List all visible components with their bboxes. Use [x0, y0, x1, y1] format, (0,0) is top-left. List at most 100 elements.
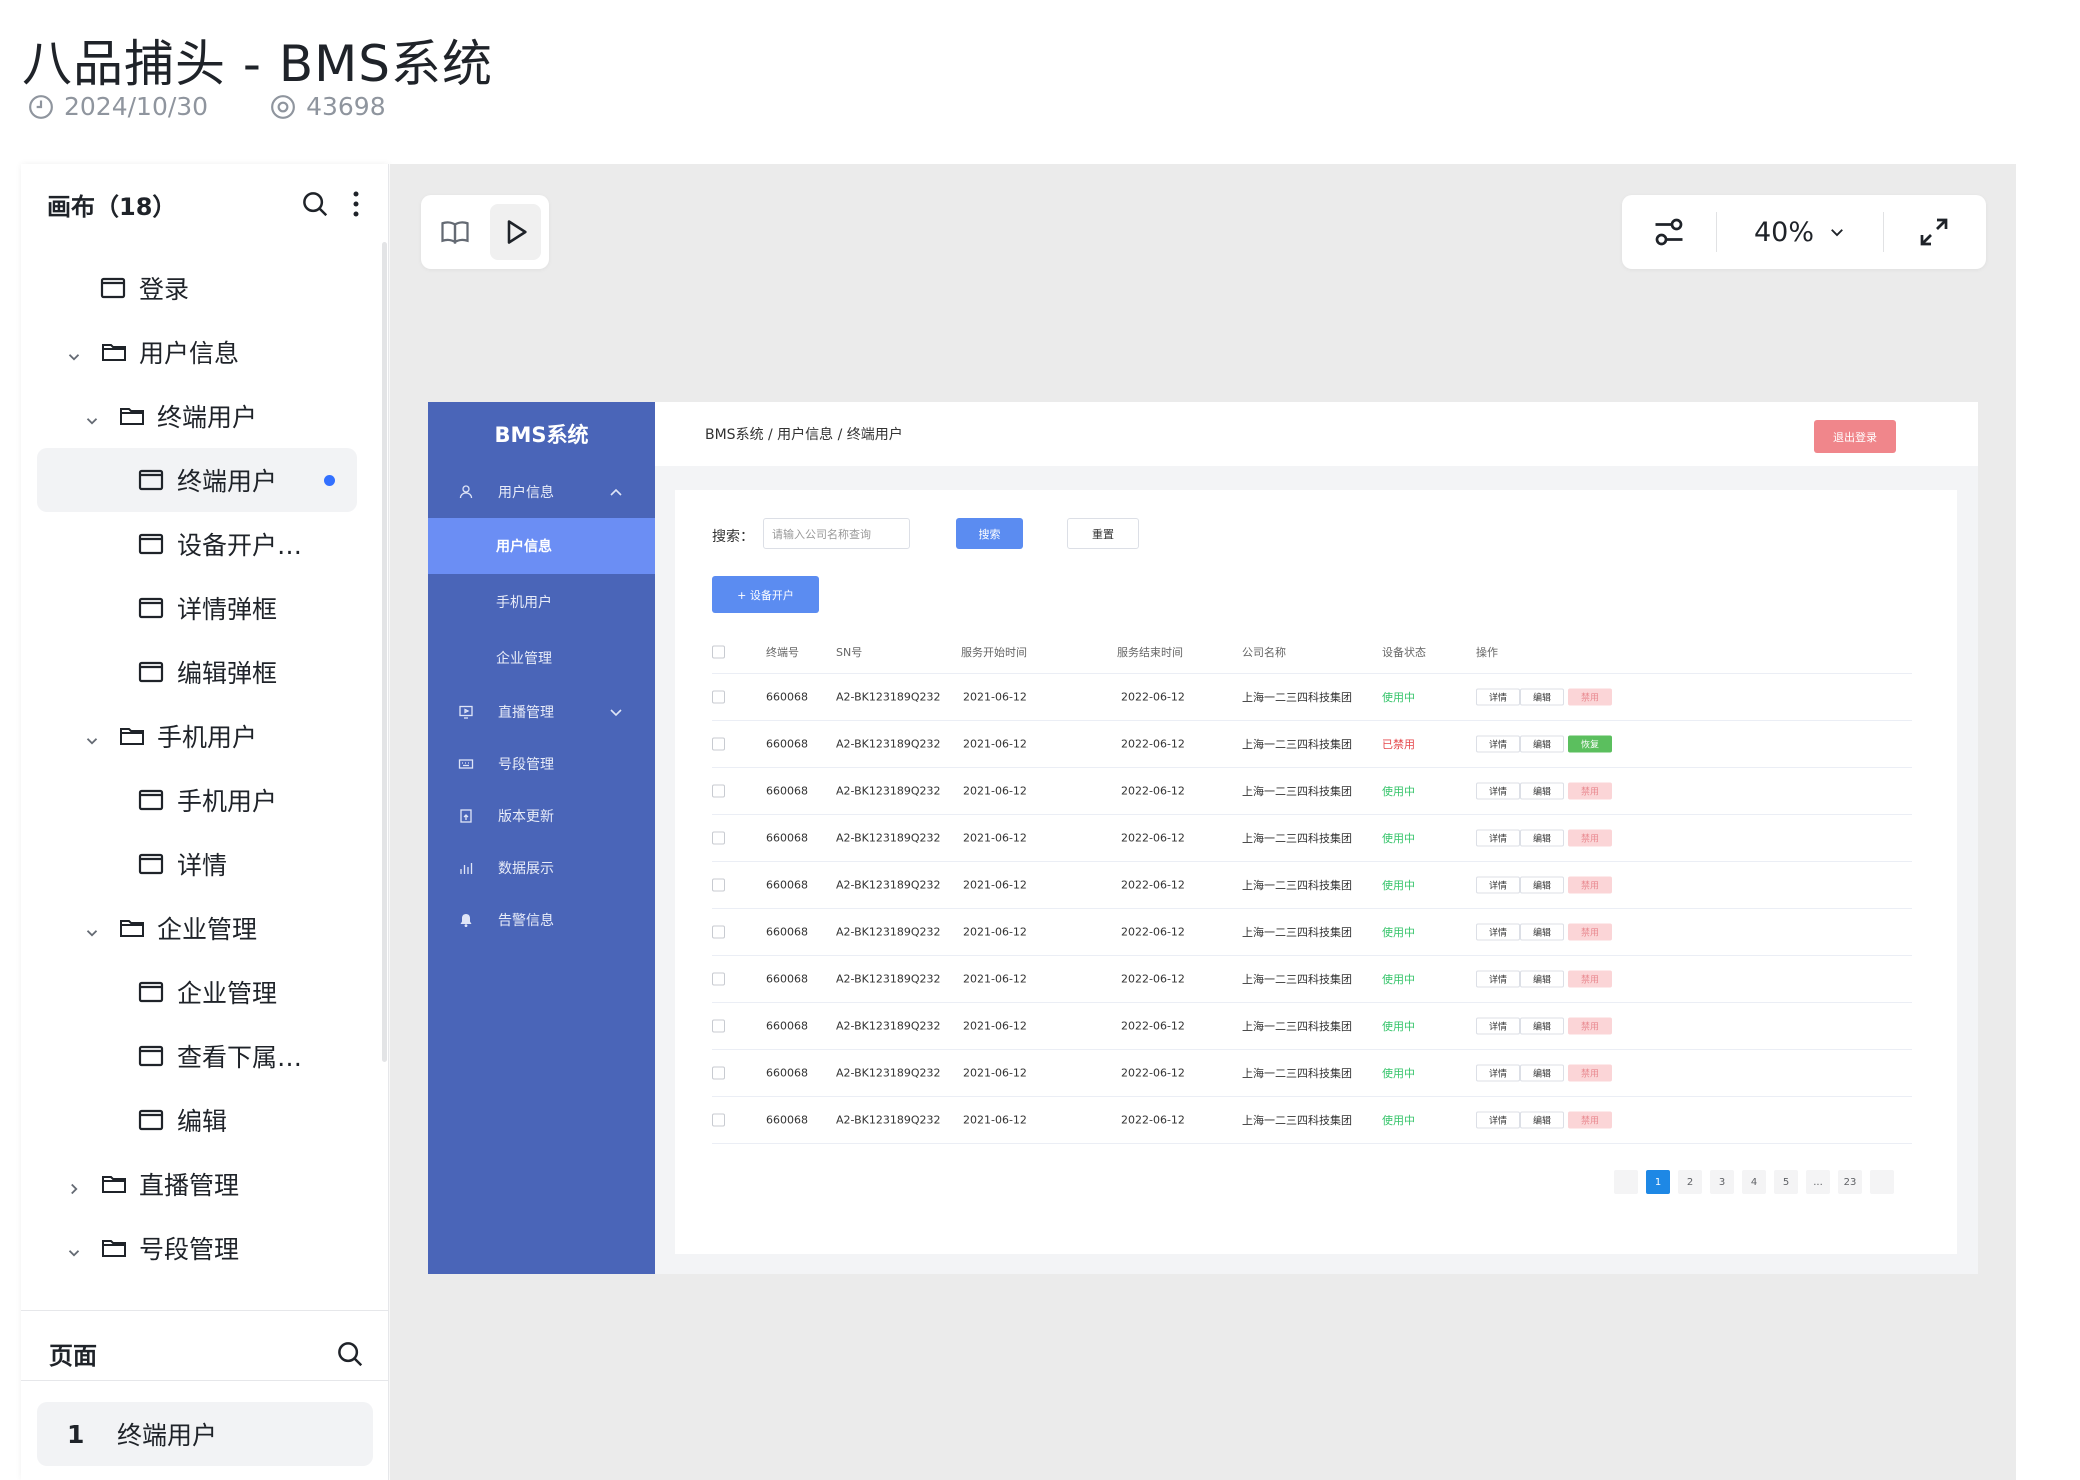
- edit-button[interactable]: 编辑: [1520, 735, 1564, 753]
- detail-button[interactable]: 详情: [1476, 829, 1520, 847]
- tree-page[interactable]: 查看下属…: [21, 1024, 373, 1088]
- more-vertical-icon[interactable]: [350, 189, 362, 219]
- tree-label: 详情弹框: [177, 595, 278, 624]
- settings-button[interactable]: [1622, 195, 1716, 269]
- disable-button[interactable]: 禁用: [1568, 923, 1612, 941]
- detail-button[interactable]: 详情: [1476, 782, 1520, 800]
- page-button[interactable]: ...: [1806, 1170, 1830, 1194]
- detail-button[interactable]: 详情: [1476, 735, 1520, 753]
- prev-page-button[interactable]: [1614, 1170, 1638, 1194]
- edit-button[interactable]: 编辑: [1520, 782, 1564, 800]
- fullscreen-button[interactable]: [1884, 195, 1984, 269]
- row-checkbox[interactable]: [712, 690, 725, 704]
- detail-button[interactable]: 详情: [1476, 1064, 1520, 1082]
- row-checkbox[interactable]: [712, 972, 725, 986]
- book-button[interactable]: [429, 204, 480, 260]
- edit-button[interactable]: 编辑: [1520, 688, 1564, 706]
- pages-search-icon[interactable]: [335, 1339, 365, 1369]
- row-checkbox[interactable]: [712, 878, 725, 892]
- column-header: SN号: [836, 645, 863, 659]
- row-checkbox[interactable]: [712, 784, 725, 798]
- bms-menu-item[interactable]: 数据展示: [428, 842, 655, 894]
- detail-button[interactable]: 详情: [1476, 970, 1520, 988]
- restore-button[interactable]: 恢复: [1568, 735, 1612, 753]
- tree-folder[interactable]: 企业管理: [21, 896, 373, 960]
- tree-folder[interactable]: 号段管理: [21, 1216, 373, 1280]
- tree-page[interactable]: 编辑弹框: [21, 640, 373, 704]
- page-button[interactable]: 4: [1742, 1170, 1766, 1194]
- row-checkbox[interactable]: [712, 1066, 725, 1080]
- search-button[interactable]: 搜索: [956, 518, 1023, 549]
- edit-button[interactable]: 编辑: [1520, 876, 1564, 894]
- bms-submenu-item[interactable]: 手机用户: [428, 574, 655, 630]
- chevron-down-icon[interactable]: [83, 919, 101, 937]
- tree-page[interactable]: 详情: [21, 832, 373, 896]
- cell-company: 上海一二三四科技集团: [1242, 879, 1352, 892]
- disable-button[interactable]: 禁用: [1568, 1017, 1612, 1035]
- tree-folder[interactable]: 终端用户: [21, 384, 373, 448]
- edit-button[interactable]: 编辑: [1520, 1111, 1564, 1129]
- tree-page[interactable]: 详情弹框: [21, 576, 373, 640]
- page-button[interactable]: 1: [1646, 1170, 1670, 1194]
- disable-button[interactable]: 禁用: [1568, 876, 1612, 894]
- chevron-down-icon[interactable]: [83, 407, 101, 425]
- page-list-item[interactable]: 1 终端用户: [37, 1402, 373, 1466]
- edit-button[interactable]: 编辑: [1520, 829, 1564, 847]
- row-checkbox[interactable]: [712, 831, 725, 845]
- row-checkbox[interactable]: [712, 1019, 725, 1033]
- page-button[interactable]: 2: [1678, 1170, 1702, 1194]
- row-checkbox[interactable]: [712, 1113, 725, 1127]
- play-button[interactable]: [490, 204, 541, 260]
- row-checkbox[interactable]: [712, 737, 725, 751]
- bms-submenu-item[interactable]: 企业管理: [428, 630, 655, 686]
- bms-menu-item[interactable]: 版本更新: [428, 790, 655, 842]
- chevron-down-icon[interactable]: [65, 1239, 83, 1257]
- zoom-select[interactable]: 40%: [1717, 195, 1883, 269]
- bms-menu-item[interactable]: 号段管理: [428, 738, 655, 790]
- tree-page[interactable]: 终端用户: [37, 448, 357, 512]
- cell-sn: A2-BK123189Q232: [836, 1066, 941, 1080]
- chevron-down-icon[interactable]: [83, 727, 101, 745]
- bms-menu-item[interactable]: 直播管理: [428, 686, 655, 738]
- tree-page[interactable]: 手机用户: [21, 768, 373, 832]
- detail-button[interactable]: 详情: [1476, 923, 1520, 941]
- disable-button[interactable]: 禁用: [1568, 1064, 1612, 1082]
- bms-menu-item[interactable]: 用户信息: [428, 466, 655, 518]
- reset-button[interactable]: 重置: [1067, 518, 1139, 549]
- tree-page[interactable]: 登录: [21, 256, 373, 320]
- detail-button[interactable]: 详情: [1476, 876, 1520, 894]
- detail-button[interactable]: 详情: [1476, 688, 1520, 706]
- disable-button[interactable]: 禁用: [1568, 829, 1612, 847]
- bms-submenu-item[interactable]: 用户信息: [428, 518, 655, 574]
- tree-folder[interactable]: 用户信息: [21, 320, 373, 384]
- logout-button[interactable]: 退出登录: [1814, 420, 1896, 453]
- detail-button[interactable]: 详情: [1476, 1111, 1520, 1129]
- page-button[interactable]: 23: [1838, 1170, 1862, 1194]
- tree-folder[interactable]: 直播管理: [21, 1152, 373, 1216]
- chevron-right-icon[interactable]: [65, 1175, 83, 1195]
- detail-button[interactable]: 详情: [1476, 1017, 1520, 1035]
- tree-page[interactable]: 设备开户…: [21, 512, 373, 576]
- company-search-input[interactable]: 请输入公司名称查询: [763, 518, 910, 549]
- bms-menu-item[interactable]: 告警信息: [428, 894, 655, 946]
- page-button[interactable]: 5: [1774, 1170, 1798, 1194]
- edit-button[interactable]: 编辑: [1520, 1064, 1564, 1082]
- disable-button[interactable]: 禁用: [1568, 688, 1612, 706]
- open-device-button[interactable]: + 设备开户: [712, 576, 819, 613]
- edit-button[interactable]: 编辑: [1520, 923, 1564, 941]
- disable-button[interactable]: 禁用: [1568, 1111, 1612, 1129]
- row-checkbox[interactable]: [712, 925, 725, 939]
- tree-folder[interactable]: 手机用户: [21, 704, 373, 768]
- chevron-down-icon[interactable]: [65, 343, 83, 361]
- tree-page[interactable]: 编辑: [21, 1088, 373, 1152]
- search-icon[interactable]: [300, 189, 330, 219]
- disable-button[interactable]: 禁用: [1568, 782, 1612, 800]
- next-page-button[interactable]: [1870, 1170, 1894, 1194]
- edit-button[interactable]: 编辑: [1520, 1017, 1564, 1035]
- tree-scrollbar[interactable]: [382, 242, 387, 1062]
- tree-page[interactable]: 企业管理: [21, 960, 373, 1024]
- edit-button[interactable]: 编辑: [1520, 970, 1564, 988]
- page-button[interactable]: 3: [1710, 1170, 1734, 1194]
- select-all-checkbox[interactable]: [712, 645, 725, 658]
- disable-button[interactable]: 禁用: [1568, 970, 1612, 988]
